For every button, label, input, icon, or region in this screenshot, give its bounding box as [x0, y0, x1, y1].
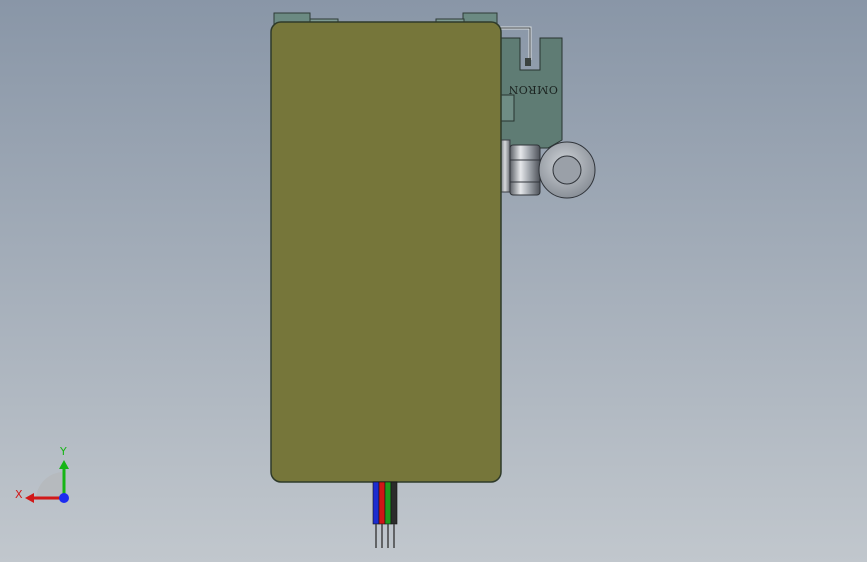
side-bracket: OMRON — [496, 26, 563, 149]
wire-insulation — [390, 481, 398, 525]
x-axis-label: X — [15, 488, 23, 501]
wire-insulation — [378, 481, 386, 525]
graphics-viewport[interactable]: OMRON Y X — [0, 0, 867, 562]
switch-body[interactable] — [270, 21, 502, 483]
y-axis-label: Y — [59, 445, 67, 458]
wire-insulation — [384, 481, 392, 525]
wire-insulation — [372, 481, 380, 525]
cad-scene[interactable]: OMRON Y X — [0, 0, 867, 562]
brand-label: OMRON — [508, 83, 558, 96]
hex-nut — [509, 144, 541, 196]
